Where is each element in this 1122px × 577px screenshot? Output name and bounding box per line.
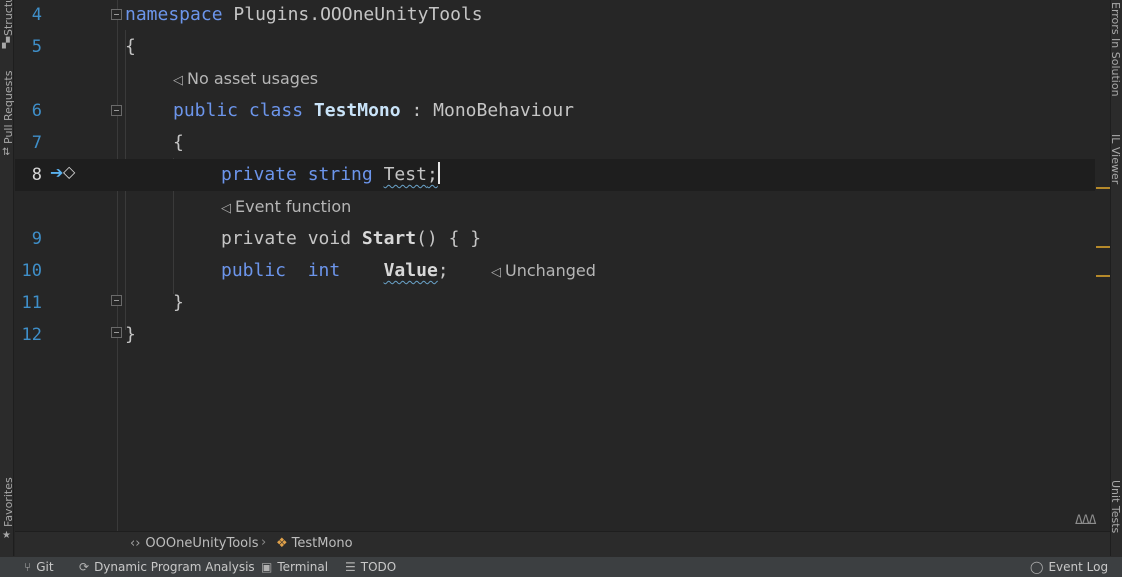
code-line-10[interactable]: 10 public int Value; ◁ Unchanged bbox=[15, 255, 1095, 287]
class-icon: ❖ bbox=[276, 536, 288, 551]
code-line-4[interactable]: 4 namespace Plugins.OOOneUnityTools bbox=[15, 0, 1095, 31]
breadcrumb: ‹› OOOneUnityTools › ❖ TestMono bbox=[15, 531, 1110, 556]
pull-request-icon: ⇅ bbox=[2, 147, 11, 158]
code-line-6[interactable]: 6 public class TestMono : MonoBehaviour bbox=[15, 95, 1095, 127]
event-log-button[interactable]: ◯ Event Log bbox=[1030, 560, 1108, 574]
line-number: 4 bbox=[31, 5, 42, 25]
left-tool-strip: Structure ▞ Pull Requests ⇅ Favorites ★ bbox=[0, 0, 15, 556]
todo-list-icon: ☰ bbox=[345, 560, 356, 574]
pull-requests-tab[interactable]: Pull Requests ⇅ bbox=[0, 70, 15, 162]
unit-tests-tab-label: Unit Tests bbox=[1109, 480, 1122, 534]
code-text: private string Test; bbox=[221, 162, 440, 185]
terminal-tool-button[interactable]: ▣ Terminal bbox=[261, 560, 328, 574]
code-text: public class TestMono : MonoBehaviour bbox=[173, 100, 575, 121]
code-editor[interactable]: 4 namespace Plugins.OOOneUnityTools 5 { … bbox=[15, 0, 1097, 531]
warning-marker[interactable] bbox=[1096, 275, 1110, 277]
structure-tab[interactable]: Structure ▞ bbox=[0, 0, 15, 50]
code-text: } bbox=[173, 292, 184, 313]
git-tool-button[interactable]: ⑂ Git bbox=[24, 560, 54, 574]
code-text: public int Value; bbox=[221, 260, 449, 281]
unity-event-icon[interactable]: ◇ bbox=[63, 164, 75, 180]
code-text: private void Start() { } bbox=[221, 228, 482, 249]
line-number: 6 bbox=[31, 101, 42, 121]
star-icon: ★ bbox=[2, 530, 11, 541]
right-tool-strip: Errors In Solution IL Viewer Unit Tests bbox=[1109, 0, 1122, 556]
code-text: { bbox=[173, 132, 184, 153]
run-arrow-icon[interactable]: ➔ bbox=[50, 165, 63, 181]
breadcrumb-class[interactable]: ❖ TestMono bbox=[276, 536, 353, 551]
code-vision-hint[interactable]: ◁ Unchanged bbox=[491, 255, 596, 289]
line-number: 10 bbox=[21, 261, 42, 281]
line-number: 8 bbox=[31, 165, 42, 185]
code-line-7[interactable]: 7 { bbox=[15, 127, 1095, 159]
favorites-tab-label: Favorites bbox=[2, 477, 15, 527]
code-text: } bbox=[125, 324, 136, 345]
namespace-icon: ‹› bbox=[130, 536, 141, 551]
line-number: 7 bbox=[31, 133, 42, 153]
code-text: { bbox=[125, 36, 136, 57]
il-viewer-tab[interactable]: IL Viewer bbox=[1109, 132, 1122, 192]
code-line-11[interactable]: 11 } bbox=[15, 287, 1095, 319]
code-vision-hint[interactable]: ◁ No asset usages bbox=[173, 63, 318, 97]
warning-marker[interactable] bbox=[1096, 246, 1110, 248]
code-vision-hint[interactable]: ◁ Event function bbox=[221, 191, 351, 225]
line-number: 5 bbox=[31, 37, 42, 57]
unity-hint-icon: ◁ bbox=[221, 201, 231, 216]
breadcrumb-separator: › bbox=[261, 535, 267, 550]
code-line-12[interactable]: 12 } bbox=[15, 319, 1095, 351]
favorites-tab[interactable]: Favorites ★ bbox=[0, 477, 15, 548]
event-log-icon: ◯ bbox=[1030, 560, 1044, 574]
structure-icon: ▞ bbox=[2, 38, 10, 49]
errors-in-solution-tab-label: Errors In Solution bbox=[1109, 2, 1122, 97]
line-number: 12 bbox=[21, 325, 42, 345]
fold-toggle[interactable] bbox=[111, 105, 122, 116]
line-number: 11 bbox=[21, 293, 42, 313]
text-caret bbox=[437, 162, 440, 184]
fold-toggle[interactable] bbox=[111, 327, 122, 338]
code-text: namespace Plugins.OOOneUnityTools bbox=[125, 4, 483, 25]
structure-tab-label: Structure bbox=[2, 0, 15, 36]
code-line-8-current[interactable]: 8 private string Test; bbox=[15, 159, 1095, 191]
code-line-5[interactable]: 5 { bbox=[15, 31, 1095, 63]
breadcrumb-namespace[interactable]: ‹› OOOneUnityTools bbox=[130, 536, 259, 551]
git-branch-icon: ⑂ bbox=[24, 560, 32, 574]
warning-marker[interactable] bbox=[1096, 187, 1110, 189]
inspection-widget-icon[interactable]: ΔΔΔ bbox=[1075, 513, 1097, 528]
pull-requests-tab-label: Pull Requests bbox=[2, 70, 15, 144]
todo-tool-button[interactable]: ☰ TODO bbox=[345, 560, 396, 574]
code-line-9[interactable]: 9 private void Start() { } bbox=[15, 223, 1095, 255]
unit-tests-tab[interactable]: Unit Tests bbox=[1109, 478, 1122, 548]
dynamic-program-analysis-button[interactable]: ⟳ Dynamic Program Analysis bbox=[79, 560, 255, 574]
unity-hint-icon: ◁ bbox=[173, 73, 183, 88]
errors-in-solution-tab[interactable]: Errors In Solution bbox=[1109, 0, 1122, 110]
terminal-icon: ▣ bbox=[261, 560, 273, 574]
il-viewer-tab-label: IL Viewer bbox=[1109, 134, 1122, 185]
line-number: 9 bbox=[31, 229, 42, 249]
fold-toggle[interactable] bbox=[111, 295, 122, 306]
status-bar: ⑂ Git ⟳ Dynamic Program Analysis ▣ Terminal… bbox=[0, 556, 1122, 577]
unity-hint-icon: ◁ bbox=[491, 265, 501, 280]
analysis-icon: ⟳ bbox=[79, 560, 90, 574]
fold-toggle[interactable] bbox=[111, 9, 122, 20]
